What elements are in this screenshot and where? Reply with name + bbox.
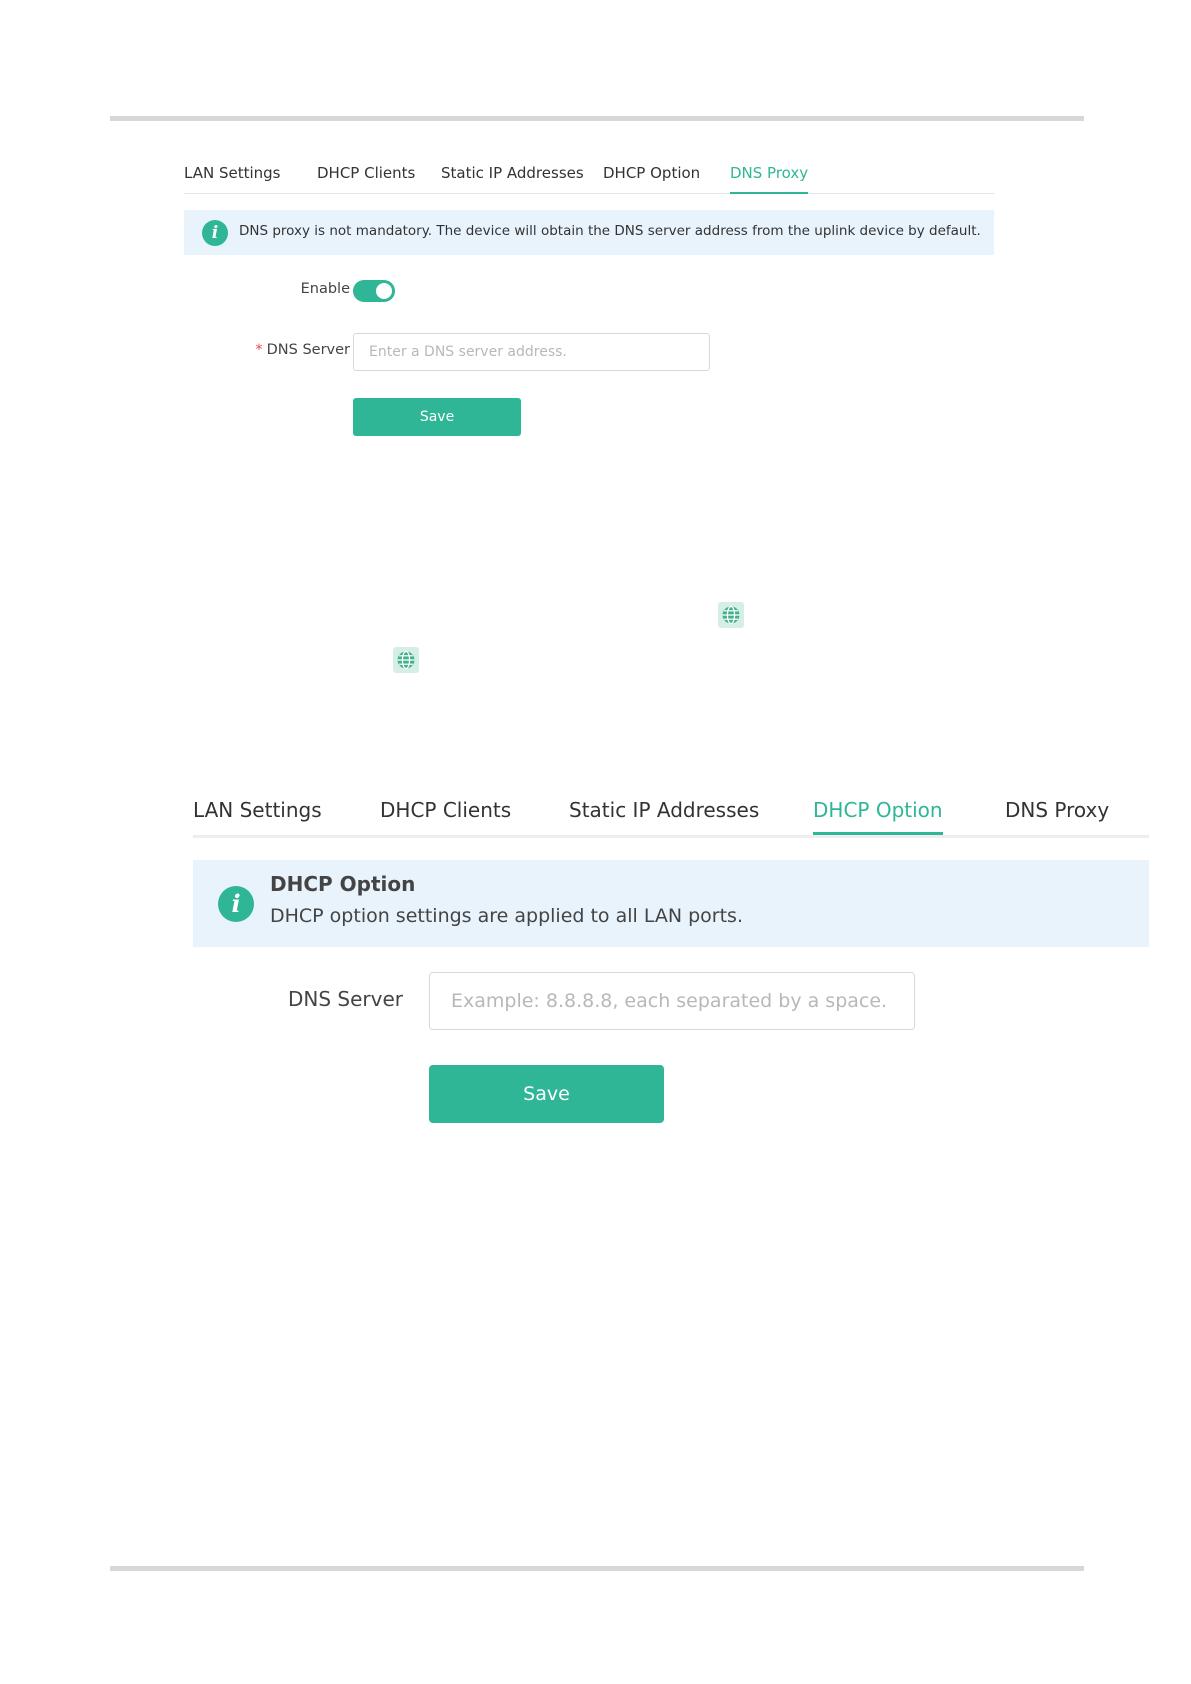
dns-server-label: DNS Server (288, 987, 403, 1011)
tab-lan-settings[interactable]: LAN Settings (193, 798, 322, 822)
tab-dhcp-clients[interactable]: DHCP Clients (317, 164, 415, 182)
globe-icon (393, 647, 419, 673)
page-bottom-rule (110, 1566, 1084, 1571)
save-button[interactable]: Save (429, 1065, 664, 1123)
info-banner: i DHCP Option DHCP option settings are a… (193, 860, 1149, 947)
tab-dns-proxy[interactable]: DNS Proxy (730, 164, 809, 194)
dns-server-label-text: DNS Server (266, 342, 350, 358)
tab-dns-proxy[interactable]: DNS Proxy (1005, 798, 1109, 822)
tab-dhcp-option[interactable]: DHCP Option (603, 164, 700, 182)
enable-toggle[interactable] (353, 280, 395, 302)
info-icon: i (202, 220, 228, 246)
toggle-knob (376, 283, 392, 299)
tab-bar: LAN Settings DHCP Clients Static IP Addr… (184, 150, 994, 194)
info-icon: i (218, 886, 254, 922)
enable-label: Enable (300, 281, 350, 297)
info-banner: i DNS proxy is not mandatory. The device… (184, 210, 994, 255)
save-button[interactable]: Save (353, 398, 521, 436)
dns-server-label: * DNS Server (255, 342, 350, 358)
globe-icon (718, 602, 744, 628)
dns-server-input[interactable] (429, 972, 915, 1030)
tab-static-ip-addresses[interactable]: Static IP Addresses (569, 798, 759, 822)
tab-dhcp-option[interactable]: DHCP Option (813, 798, 943, 835)
tab-dhcp-clients[interactable]: DHCP Clients (380, 798, 511, 822)
info-banner-message: DHCP option settings are applied to all … (270, 905, 743, 927)
tab-static-ip-addresses[interactable]: Static IP Addresses (441, 164, 584, 182)
required-mark: * (255, 342, 263, 358)
info-banner-title: DHCP Option (270, 872, 416, 896)
page-top-rule (110, 116, 1084, 121)
tab-bar: LAN Settings DHCP Clients Static IP Addr… (193, 790, 1149, 838)
dns-server-input[interactable] (353, 333, 710, 371)
dhcp-option-panel: LAN Settings DHCP Clients Static IP Addr… (193, 790, 1149, 1130)
info-banner-message: DNS proxy is not mandatory. The device w… (239, 223, 981, 239)
dns-proxy-panel: LAN Settings DHCP Clients Static IP Addr… (184, 150, 994, 450)
tab-lan-settings[interactable]: LAN Settings (184, 164, 280, 182)
